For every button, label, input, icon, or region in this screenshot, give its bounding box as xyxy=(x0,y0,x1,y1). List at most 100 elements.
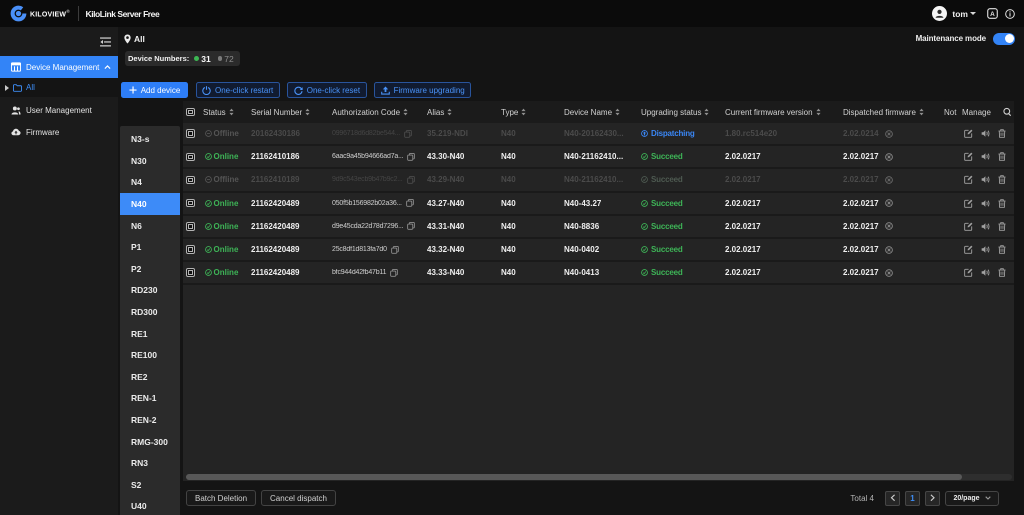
page-size-select[interactable]: 20/page xyxy=(945,491,999,506)
column-header-upgrading[interactable]: Upgrading status xyxy=(641,108,725,117)
menu-fold-icon[interactable] xyxy=(100,37,111,47)
model-item-P2[interactable]: P2 xyxy=(120,258,180,280)
speaker-icon[interactable] xyxy=(981,222,990,231)
page-number-button[interactable]: 1 xyxy=(905,491,920,506)
cancel-dispatch-icon[interactable] xyxy=(885,153,893,161)
edit-icon[interactable] xyxy=(964,152,973,161)
sidebar-item-user-management[interactable]: User Management xyxy=(0,99,118,121)
row-checkbox[interactable] xyxy=(186,268,195,277)
column-header-current[interactable]: Current firmware version xyxy=(725,108,843,117)
prev-page-button[interactable] xyxy=(885,491,900,506)
cancel-dispatch-icon[interactable] xyxy=(885,130,893,138)
model-item-RE100[interactable]: RE100 xyxy=(120,344,180,366)
one-click-restart-button[interactable]: One-click restart xyxy=(196,82,280,98)
info-icon[interactable] xyxy=(1005,9,1015,19)
sort-icon[interactable] xyxy=(447,108,452,116)
sort-icon[interactable] xyxy=(615,108,620,116)
speaker-icon[interactable] xyxy=(981,245,990,254)
model-item-RE2[interactable]: RE2 xyxy=(120,366,180,388)
copy-icon[interactable] xyxy=(407,153,415,161)
row-checkbox[interactable] xyxy=(186,222,195,231)
edit-icon[interactable] xyxy=(964,245,973,254)
batch-deletion-button[interactable]: Batch Deletion xyxy=(186,490,256,506)
model-item-REN-2[interactable]: REN-2 xyxy=(120,409,180,431)
sidebar-item-firmware[interactable]: Firmware xyxy=(0,121,118,143)
copy-icon[interactable] xyxy=(407,176,415,184)
row-checkbox[interactable] xyxy=(186,199,195,208)
user-avatar[interactable] xyxy=(932,6,948,22)
speaker-icon[interactable] xyxy=(981,175,990,184)
row-checkbox[interactable] xyxy=(186,153,195,162)
sort-icon[interactable] xyxy=(229,108,234,116)
model-item-REN-1[interactable]: REN-1 xyxy=(120,388,180,410)
one-click-reset-button[interactable]: One-click reset xyxy=(287,82,366,98)
column-header-manage[interactable]: Manage xyxy=(962,108,1014,117)
model-item-N4[interactable]: N4 xyxy=(120,172,180,194)
delete-icon[interactable] xyxy=(998,199,1006,208)
copy-icon[interactable] xyxy=(391,246,399,254)
sort-icon[interactable] xyxy=(305,108,310,116)
model-item-N30[interactable]: N30 xyxy=(120,150,180,172)
speaker-icon[interactable] xyxy=(981,129,990,138)
model-item-RD300[interactable]: RD300 xyxy=(120,301,180,323)
row-checkbox[interactable] xyxy=(186,176,195,185)
cancel-dispatch-icon[interactable] xyxy=(885,269,893,277)
cancel-dispatch-button[interactable]: Cancel dispatch xyxy=(261,490,336,506)
search-icon[interactable] xyxy=(1003,108,1012,117)
sort-icon[interactable] xyxy=(521,108,526,116)
row-checkbox[interactable] xyxy=(186,245,195,254)
language-icon[interactable]: A xyxy=(987,8,998,19)
sort-icon[interactable] xyxy=(919,108,924,116)
model-item-P1[interactable]: P1 xyxy=(120,236,180,258)
delete-icon[interactable] xyxy=(998,175,1006,184)
delete-icon[interactable] xyxy=(998,245,1006,254)
sort-icon[interactable] xyxy=(403,108,408,116)
user-caret-down-icon[interactable] xyxy=(970,12,976,15)
model-item-N40[interactable]: N40 xyxy=(120,193,180,215)
select-all-checkbox[interactable] xyxy=(186,108,195,117)
speaker-icon[interactable] xyxy=(981,268,990,277)
firmware-upgrading-button[interactable]: Firmware upgrading xyxy=(374,82,471,98)
cancel-dispatch-icon[interactable] xyxy=(885,199,893,207)
copy-icon[interactable] xyxy=(406,199,414,207)
column-header-name[interactable]: Device Name xyxy=(564,108,641,117)
model-item-RE1[interactable]: RE1 xyxy=(120,323,180,345)
edit-icon[interactable] xyxy=(964,175,973,184)
copy-icon[interactable] xyxy=(390,269,398,277)
column-header-dispatched[interactable]: Dispatched firmware xyxy=(843,108,944,117)
model-item-N3-s[interactable]: N3-s xyxy=(120,129,180,151)
model-item-U40[interactable]: U40 xyxy=(120,496,180,515)
column-header-auth[interactable]: Authorization Code xyxy=(332,108,427,117)
model-item-RN3[interactable]: RN3 xyxy=(120,452,180,474)
model-item-N6[interactable]: N6 xyxy=(120,215,180,237)
next-page-button[interactable] xyxy=(925,491,940,506)
speaker-icon[interactable] xyxy=(981,152,990,161)
model-item-RD230[interactable]: RD230 xyxy=(120,280,180,302)
model-item-RMG-300[interactable]: RMG-300 xyxy=(120,431,180,453)
model-item-S2[interactable]: S2 xyxy=(120,474,180,496)
sidebar-item-device-management[interactable]: Device Management xyxy=(0,56,118,78)
copy-icon[interactable] xyxy=(407,222,415,230)
delete-icon[interactable] xyxy=(998,129,1006,138)
column-header-type[interactable]: Type xyxy=(501,108,564,117)
speaker-icon[interactable] xyxy=(981,199,990,208)
edit-icon[interactable] xyxy=(964,222,973,231)
column-header-note[interactable]: Not xyxy=(944,108,962,117)
cancel-dispatch-icon[interactable] xyxy=(885,246,893,254)
sidebar-item-all[interactable]: All xyxy=(0,78,118,97)
caret-right-icon[interactable] xyxy=(5,85,9,91)
delete-icon[interactable] xyxy=(998,152,1006,161)
delete-icon[interactable] xyxy=(998,268,1006,277)
row-checkbox[interactable] xyxy=(186,129,195,138)
edit-icon[interactable] xyxy=(964,129,973,138)
delete-icon[interactable] xyxy=(998,222,1006,231)
cancel-dispatch-icon[interactable] xyxy=(885,222,893,230)
cancel-dispatch-icon[interactable] xyxy=(885,176,893,184)
maintenance-toggle[interactable] xyxy=(993,33,1015,45)
scrollbar-thumb[interactable] xyxy=(186,474,962,480)
sort-icon[interactable] xyxy=(816,108,821,116)
edit-icon[interactable] xyxy=(964,199,973,208)
column-header-status[interactable]: Status xyxy=(203,108,251,117)
edit-icon[interactable] xyxy=(964,268,973,277)
user-name[interactable]: tom xyxy=(952,9,968,19)
